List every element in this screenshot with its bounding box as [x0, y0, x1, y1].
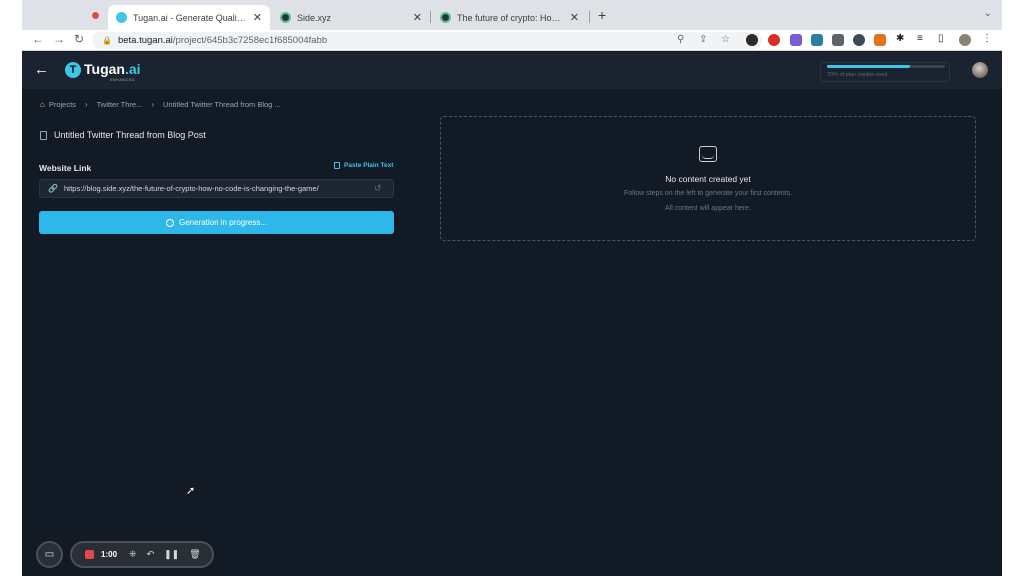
paste-plain-text-button[interactable]: Paste Plain Text — [334, 162, 393, 169]
website-link-value: https://blog.side.xyz/the-future-of-cryp… — [63, 184, 319, 193]
tab-article[interactable]: The future of crypto: How no-c ✕ — [432, 5, 587, 30]
home-icon: ⌂ — [40, 100, 45, 109]
extension-icon[interactable] — [790, 34, 802, 46]
tab-divider — [589, 11, 590, 23]
recording-timer: 1:00 — [101, 550, 118, 559]
app-frame: Tugan.ai - Generate Quality Ma ✕ Side.xy… — [22, 0, 1002, 576]
empty-state-subtitle: Follow steps on the left to generate you… — [623, 190, 793, 197]
browser-toolbar: ← → ↻ 🔒 beta.tugan.ai/project/645b3c7258… — [22, 30, 1002, 51]
paste-plain-text-label: Paste Plain Text — [344, 162, 394, 169]
tab-divider — [430, 11, 431, 23]
recording-indicator-icon — [92, 12, 99, 19]
mouse-cursor-icon: ➚ — [186, 485, 196, 497]
generate-button-label: Generation in progress... — [178, 218, 268, 227]
forward-nav-icon[interactable]: → — [53, 32, 65, 46]
reload-icon[interactable]: ↻ — [74, 32, 84, 46]
credits-text: 70% of plan credits used — [827, 72, 888, 78]
link-icon: 🔗 — [48, 184, 58, 193]
browser-menu-icon[interactable]: ⋮ — [982, 33, 992, 44]
website-link-input[interactable]: 🔗 https://blog.side.xyz/the-future-of-cr… — [39, 179, 394, 198]
stop-recording-button[interactable] — [85, 550, 94, 559]
close-tab-icon[interactable]: ✕ — [253, 11, 262, 24]
extension-icon[interactable] — [768, 34, 780, 46]
share-icon[interactable]: ⇪ — [699, 34, 707, 45]
tab-title: Tugan.ai - Generate Quality Ma — [133, 12, 247, 23]
tab-tugan[interactable]: Tugan.ai - Generate Quality Ma ✕ — [108, 5, 270, 30]
tugan-favicon-icon — [116, 12, 127, 23]
logo-tagline: ENHANCED — [110, 77, 135, 82]
project-title-row: Untitled Twitter Thread from Blog Post — [40, 130, 206, 140]
tab-title: Side.xyz — [297, 12, 332, 23]
extension-icon[interactable] — [811, 34, 823, 46]
recorder-controls: 1:00 ⁜ ↶ ❚❚ 🗑 — [70, 541, 214, 568]
breadcrumb: ⌂ Projects › Twitter Thre... › Untitled … — [40, 100, 281, 109]
undo-icon[interactable]: ↶ — [147, 549, 155, 560]
document-icon — [40, 130, 47, 140]
new-tab-button[interactable]: + — [598, 7, 606, 23]
clipboard-icon — [334, 162, 340, 169]
extension-icon[interactable] — [746, 34, 758, 46]
tab-title: The future of crypto: How no-c — [457, 12, 564, 23]
side-favicon-icon — [440, 12, 451, 23]
grid-icon[interactable]: ⁜ — [129, 549, 137, 560]
close-tab-icon[interactable]: ✕ — [570, 11, 579, 24]
side-favicon-icon — [280, 12, 291, 23]
back-nav-icon[interactable]: ← — [32, 32, 44, 46]
reset-icon[interactable]: ↺ — [374, 183, 382, 194]
chevron-right-icon: › — [151, 100, 154, 109]
chevron-right-icon: › — [84, 100, 88, 109]
reading-list-icon[interactable]: ≡ — [917, 33, 923, 44]
empty-state-note: All content will appear here. — [665, 205, 751, 212]
generate-button[interactable]: Generation in progress... — [39, 211, 394, 234]
trash-icon[interactable]: 🗑 — [189, 549, 200, 560]
logo-text: Tugan.ai — [84, 61, 141, 77]
extension-icon[interactable] — [832, 34, 844, 46]
lock-icon: 🔒 — [102, 36, 112, 45]
zoom-icon[interactable]: ⚲ — [677, 34, 684, 45]
address-bar[interactable]: 🔒 beta.tugan.ai/project/645b3c7258ec1f68… — [92, 32, 762, 49]
video-camera-icon: ▭ — [44, 549, 55, 560]
breadcrumb-item-twitter-thread[interactable]: Twitter Thre... — [97, 100, 143, 109]
project-title[interactable]: Untitled Twitter Thread from Blog Post — [54, 130, 206, 140]
metamask-extension-icon[interactable] — [874, 34, 886, 46]
website-link-label: Website Link — [39, 163, 92, 173]
camera-toggle-button[interactable]: ▭ — [36, 541, 63, 568]
extension-icon[interactable] — [853, 34, 865, 46]
url-path: /project/645b3c7258ec1f685004fabb — [172, 35, 328, 46]
content-output-panel: No content created yet Follow steps on t… — [440, 116, 976, 241]
back-arrow-icon[interactable]: ← — [34, 61, 49, 78]
extensions-puzzle-icon[interactable]: ✱ — [896, 33, 904, 44]
close-tab-icon[interactable]: ✕ — [413, 11, 422, 24]
tab-side[interactable]: Side.xyz ✕ — [272, 5, 430, 30]
profile-avatar-icon[interactable] — [959, 34, 971, 46]
breadcrumb-item-projects[interactable]: Projects — [49, 100, 76, 109]
tab-search-chevron-icon[interactable]: ⌄ — [984, 8, 992, 19]
credits-progress-bar — [827, 65, 945, 68]
pause-icon[interactable]: ❚❚ — [164, 549, 179, 560]
side-panel-icon[interactable]: ▯ — [938, 33, 944, 44]
logo-suffix: .ai — [124, 61, 141, 77]
bookmark-star-icon[interactable]: ☆ — [721, 34, 730, 45]
user-avatar[interactable] — [972, 62, 988, 78]
tugan-logo-icon: T — [65, 62, 81, 78]
browser-tab-bar: Tugan.ai - Generate Quality Ma ✕ Side.xy… — [22, 0, 1002, 30]
spinner-icon — [165, 218, 174, 227]
breadcrumb-item-current: Untitled Twitter Thread from Blog ... — [163, 100, 281, 109]
inbox-icon — [699, 146, 717, 162]
url-host: beta.tugan.ai — [117, 35, 173, 46]
credits-progress-fill — [827, 65, 910, 68]
empty-state-title: No content created yet — [665, 174, 751, 184]
logo-name: Tugan — [84, 61, 125, 77]
